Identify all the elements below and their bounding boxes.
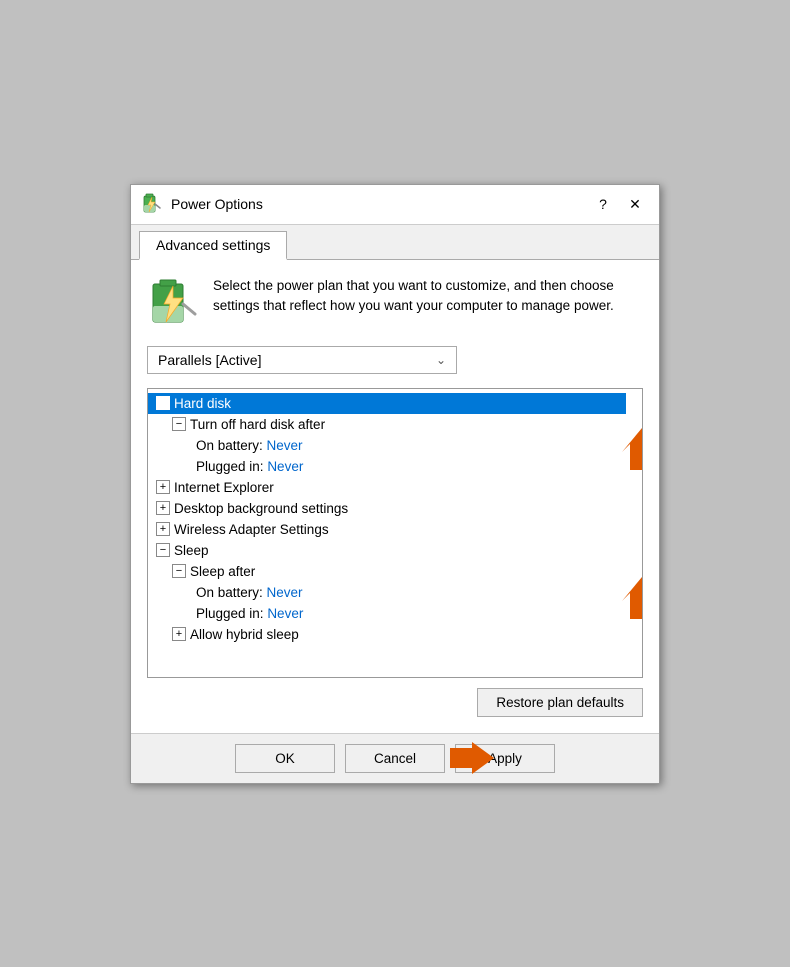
plan-dropdown[interactable]: Parallels [Active] ⌄ bbox=[147, 346, 457, 374]
tree-label: Sleep after bbox=[190, 564, 255, 579]
expand-icon[interactable]: + bbox=[156, 480, 170, 494]
tabs-area: Advanced settings bbox=[131, 225, 659, 260]
tree-label: On battery: Never bbox=[196, 438, 303, 453]
collapse-icon[interactable]: − bbox=[156, 543, 170, 557]
tree-label: Desktop background settings bbox=[174, 501, 348, 516]
tree-item-desktop-bg[interactable]: + Desktop background settings bbox=[148, 498, 626, 519]
title-bar: Power Options ? ✕ bbox=[131, 185, 659, 225]
help-button[interactable]: ? bbox=[589, 193, 617, 215]
tree-value: Never bbox=[267, 606, 303, 621]
title-bar-controls: ? ✕ bbox=[589, 193, 649, 215]
tree-inner: − Hard disk − Turn off hard disk after O… bbox=[148, 389, 642, 649]
collapse-icon[interactable]: − bbox=[172, 564, 186, 578]
bottom-bar: OK Cancel Apply bbox=[131, 733, 659, 783]
tree-label: Hard disk bbox=[174, 396, 231, 411]
tree-item-on-battery-sleep[interactable]: On battery: Never bbox=[148, 582, 626, 603]
collapse-icon[interactable]: − bbox=[156, 396, 170, 410]
expand-icon[interactable]: + bbox=[156, 501, 170, 515]
tree-item-plugged-in-hd[interactable]: Plugged in: Never bbox=[148, 456, 626, 477]
dropdown-value: Parallels [Active] bbox=[158, 352, 261, 368]
expand-icon[interactable]: + bbox=[156, 522, 170, 536]
tree-label: Turn off hard disk after bbox=[190, 417, 325, 432]
chevron-down-icon: ⌄ bbox=[436, 353, 446, 367]
tree-label: Plugged in: Never bbox=[196, 606, 303, 621]
cancel-button[interactable]: Cancel bbox=[345, 744, 445, 773]
settings-tree[interactable]: − Hard disk − Turn off hard disk after O… bbox=[147, 388, 643, 678]
tree-label: Allow hybrid sleep bbox=[190, 627, 299, 642]
collapse-icon[interactable]: − bbox=[172, 417, 186, 431]
tree-item-sleep[interactable]: − Sleep bbox=[148, 540, 626, 561]
battery-icon bbox=[147, 276, 199, 328]
tree-item-hybrid-sleep[interactable]: + Allow hybrid sleep bbox=[148, 624, 626, 645]
expand-icon[interactable]: + bbox=[172, 627, 186, 641]
tree-item-sleep-after[interactable]: − Sleep after bbox=[148, 561, 626, 582]
arrow-up-icon bbox=[618, 426, 643, 474]
tree-label: Sleep bbox=[174, 543, 209, 558]
close-button[interactable]: ✕ bbox=[621, 193, 649, 215]
tree-label: Plugged in: Never bbox=[196, 459, 303, 474]
tree-value: Never bbox=[267, 585, 303, 600]
power-icon bbox=[141, 193, 163, 215]
tab-advanced-settings[interactable]: Advanced settings bbox=[139, 231, 287, 260]
description-text: Select the power plan that you want to c… bbox=[213, 276, 643, 317]
tree-value: Never bbox=[267, 459, 303, 474]
tree-item-internet-explorer[interactable]: + Internet Explorer bbox=[148, 477, 626, 498]
tree-label: Internet Explorer bbox=[174, 480, 274, 495]
tree-item-on-battery-hd[interactable]: On battery: Never bbox=[148, 435, 626, 456]
ok-button[interactable]: OK bbox=[235, 744, 335, 773]
tree-item-plugged-in-sleep[interactable]: Plugged in: Never bbox=[148, 603, 626, 624]
tree-item-turn-off-hd[interactable]: − Turn off hard disk after bbox=[148, 414, 626, 435]
tree-value: Never bbox=[267, 438, 303, 453]
tree-item-wireless[interactable]: + Wireless Adapter Settings bbox=[148, 519, 626, 540]
content-area: Select the power plan that you want to c… bbox=[131, 260, 659, 733]
arrow-up-icon bbox=[618, 575, 643, 623]
description-section: Select the power plan that you want to c… bbox=[147, 276, 643, 328]
restore-plan-defaults-button[interactable]: Restore plan defaults bbox=[477, 688, 643, 717]
power-options-dialog: Power Options ? ✕ Advanced settings Sele… bbox=[130, 184, 660, 784]
tree-label: Wireless Adapter Settings bbox=[174, 522, 329, 537]
restore-btn-row: Restore plan defaults bbox=[147, 688, 643, 717]
dialog-title: Power Options bbox=[171, 196, 589, 212]
tree-item-hard-disk[interactable]: − Hard disk bbox=[148, 393, 626, 414]
tree-label: On battery: Never bbox=[196, 585, 303, 600]
dropdown-row: Parallels [Active] ⌄ bbox=[147, 346, 643, 374]
arrow-right-icon bbox=[450, 742, 494, 774]
